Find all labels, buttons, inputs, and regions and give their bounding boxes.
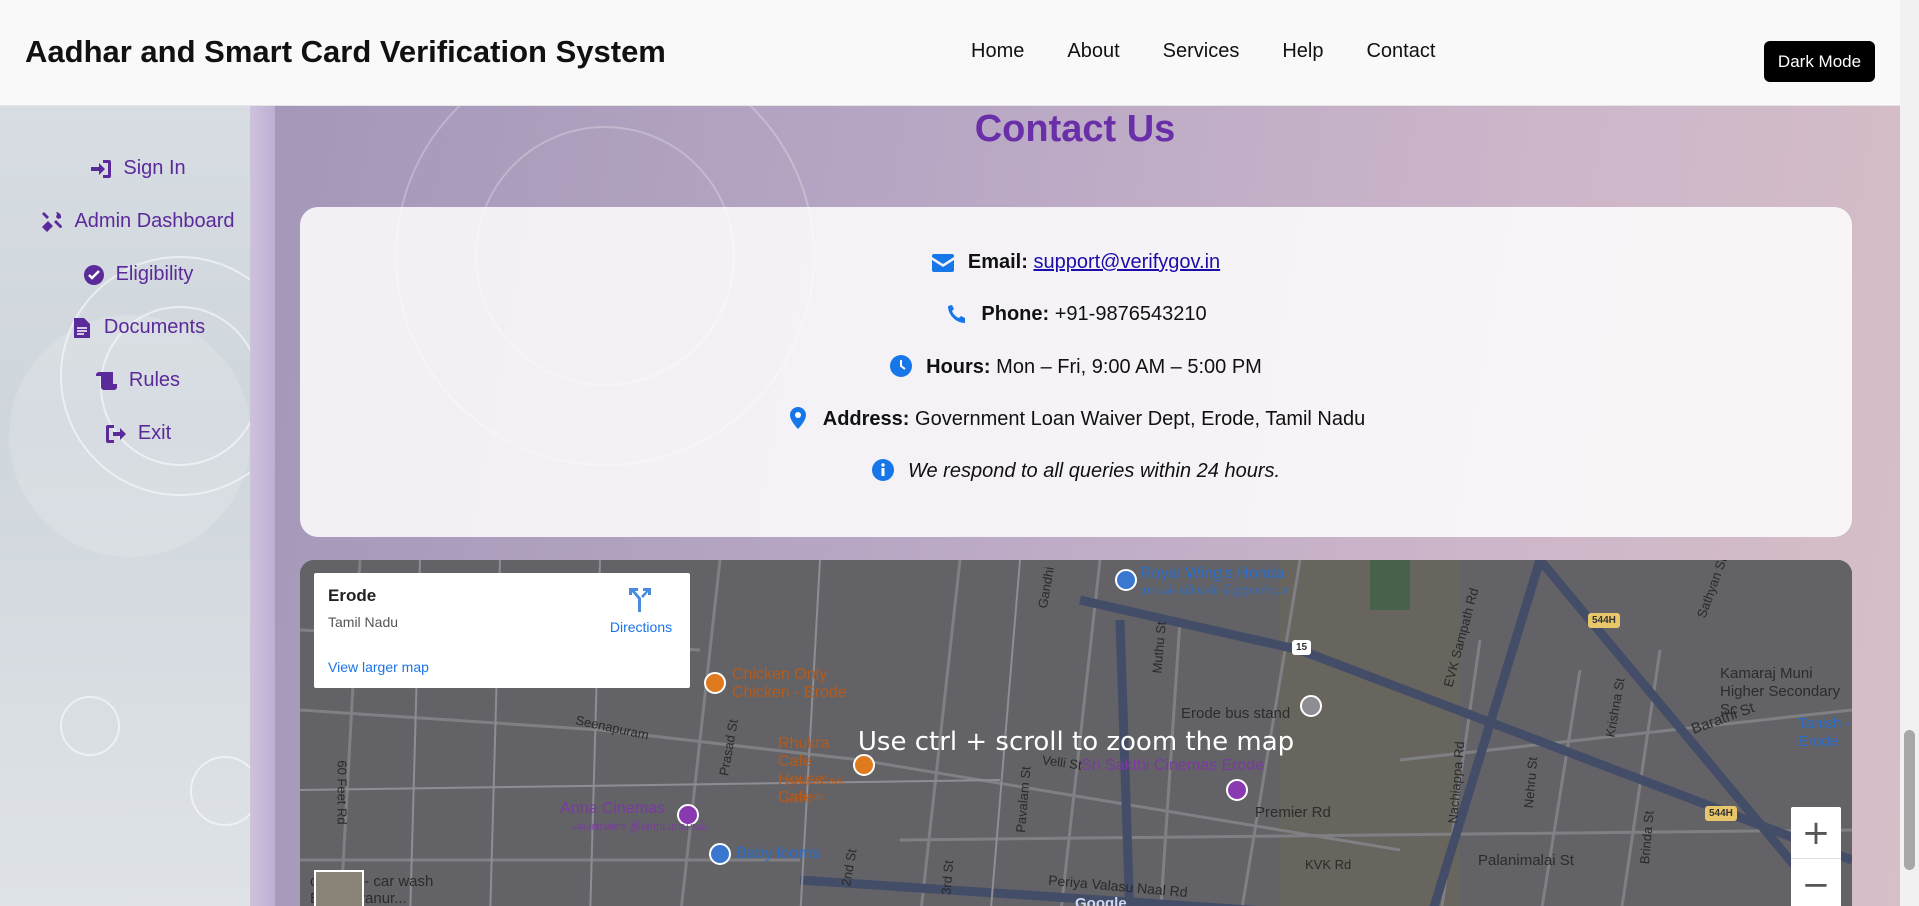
hours-label: Hours: xyxy=(926,356,991,378)
google-logo: Google xyxy=(1075,895,1127,906)
map-label: Baby looms xyxy=(736,845,820,862)
sidebar-item-label: Sign In xyxy=(123,157,186,179)
response-note: We respond to all queries within 24 hour… xyxy=(907,460,1281,482)
map-label: KVK Rd xyxy=(1305,857,1352,872)
map-label: Premier Rd xyxy=(1255,804,1331,821)
nav-contact[interactable]: Contact xyxy=(1366,40,1435,63)
check-circle-icon xyxy=(82,264,106,286)
sidebar: Sign In Admin Dashboard Eligibility Docu… xyxy=(0,106,275,906)
file-icon xyxy=(70,317,94,339)
nav-help[interactable]: Help xyxy=(1282,40,1323,63)
top-navbar: Aadhar and Smart Card Verification Syste… xyxy=(0,0,1900,106)
directions-icon xyxy=(629,588,653,616)
map-pin-icon xyxy=(787,407,809,429)
email-link[interactable]: support@verifygov.in xyxy=(1033,251,1220,273)
map-label: 3rd St xyxy=(938,859,957,896)
site-title: Aadhar and Smart Card Verification Syste… xyxy=(25,34,666,69)
sidebar-item-sign-in[interactable]: Sign In xyxy=(0,142,275,195)
contact-note-row: We respond to all queries within 24 hour… xyxy=(300,459,1852,483)
satellite-toggle[interactable] xyxy=(314,870,364,906)
map-pin[interactable] xyxy=(709,843,731,865)
address-label: Address: xyxy=(822,408,910,430)
sidebar-item-label: Documents xyxy=(103,316,206,338)
map-label: Kamaraj Muni Higher Secondary Sc xyxy=(1720,665,1841,718)
sidebar-item-admin-dashboard[interactable]: Admin Dashboard xyxy=(0,195,275,248)
phone-value: +91-9876543210 xyxy=(1054,303,1207,325)
contact-hours-row: Hours: Mon – Fri, 9:00 AM – 5:00 PM xyxy=(300,355,1852,379)
zoom-out-button[interactable]: − xyxy=(1791,859,1841,906)
sidebar-item-label: Exit xyxy=(137,422,172,444)
map-label: ராயல் விங்ஸ் ஹொண்டா xyxy=(1140,582,1290,597)
contact-email-row: Email: support@verifygov.in xyxy=(300,251,1852,276)
embedded-map[interactable]: Royal Wing's Honda ராயல் விங்ஸ் ஹொண்டா C… xyxy=(300,560,1852,906)
sidebar-item-eligibility[interactable]: Eligibility xyxy=(0,248,275,301)
email-label: Email: xyxy=(967,251,1028,273)
hours-value: Mon – Fri, 9:00 AM – 5:00 PM xyxy=(996,356,1262,378)
info-icon xyxy=(871,459,894,481)
highway-shield: 544H xyxy=(1705,806,1737,821)
clock-icon xyxy=(890,355,913,377)
directions-label: Directions xyxy=(609,619,673,635)
nav-services[interactable]: Services xyxy=(1163,40,1240,63)
nav-home[interactable]: Home xyxy=(971,40,1024,63)
sign-out-icon xyxy=(104,423,128,445)
directions-button[interactable]: Directions xyxy=(601,586,681,635)
map-label: Palanimalai St xyxy=(1478,852,1574,869)
map-label: Anna Cinemas xyxy=(560,800,665,817)
place-region: Tamil Nadu xyxy=(328,614,399,630)
decorative-ring xyxy=(60,696,120,756)
dark-mode-button[interactable]: Dark Mode xyxy=(1764,41,1875,82)
map-label: Erode bus stand xyxy=(1181,705,1291,722)
sidebar-menu: Sign In Admin Dashboard Eligibility Docu… xyxy=(0,142,275,460)
sidebar-item-label: Admin Dashboard xyxy=(74,210,235,232)
nav-about[interactable]: About xyxy=(1067,40,1119,63)
sign-in-icon xyxy=(89,158,113,180)
highway-shield: 15 xyxy=(1292,640,1312,655)
map-label: Sri Sakthi Cinemas Erode xyxy=(1081,757,1265,774)
sidebar-item-documents[interactable]: Documents xyxy=(0,301,275,354)
sidebar-item-label: Rules xyxy=(128,369,181,391)
map-pin[interactable] xyxy=(704,672,726,694)
map-pin[interactable] xyxy=(1300,695,1322,717)
scrollbar-thumb[interactable] xyxy=(1904,730,1915,870)
map-pin[interactable] xyxy=(1226,779,1248,801)
view-larger-map-link[interactable]: View larger map xyxy=(328,659,429,675)
sidebar-item-label: Eligibility xyxy=(115,263,194,285)
map-label: ருக்ரா கேக் ஹவுஸ் xyxy=(785,773,844,803)
tools-icon xyxy=(40,211,64,233)
highway-shield: 544H xyxy=(1588,613,1620,628)
contact-phone-row: Phone: +91-9876543210 xyxy=(300,303,1852,326)
map-pin[interactable] xyxy=(853,754,875,776)
contact-address-row: Address: Government Loan Waiver Dept, Er… xyxy=(300,407,1852,431)
phone-label: Phone: xyxy=(981,303,1050,325)
map-zoom-hint: Use ctrl + scroll to zoom the map xyxy=(857,727,1295,757)
page-title: Contact Us xyxy=(974,108,1176,150)
contact-card: Email: support@verifygov.in Phone: +91-9… xyxy=(300,207,1852,537)
envelope-icon xyxy=(931,254,954,276)
main-nav: Home About Services Help Contact xyxy=(971,40,1478,63)
main-content: Contact Us Email: support@verifygov.in P… xyxy=(275,106,1900,906)
sidebar-item-exit[interactable]: Exit xyxy=(0,407,275,460)
address-value: Government Loan Waiver Dept, Erode, Tami… xyxy=(915,408,1366,430)
place-name: Erode xyxy=(328,586,377,605)
map-label: Chicken Only Chicken - Erode xyxy=(732,666,847,701)
map-label: அண்ணா திரையரங்கம் xyxy=(572,818,708,833)
map-place-card: Erode Tamil Nadu View larger map Directi… xyxy=(314,573,690,688)
sidebar-item-rules[interactable]: Rules xyxy=(0,354,275,407)
map-pin[interactable] xyxy=(1115,569,1137,591)
map-label: Royal Wing's Honda xyxy=(1140,565,1285,582)
phone-icon xyxy=(945,304,967,326)
map-label: 60 Feet Rd xyxy=(334,760,350,825)
zoom-in-button[interactable]: + xyxy=(1791,807,1841,859)
scroll-icon xyxy=(95,370,119,392)
map-zoom-controls: + − xyxy=(1791,807,1841,906)
page-scrollbar[interactable] xyxy=(1900,0,1919,906)
